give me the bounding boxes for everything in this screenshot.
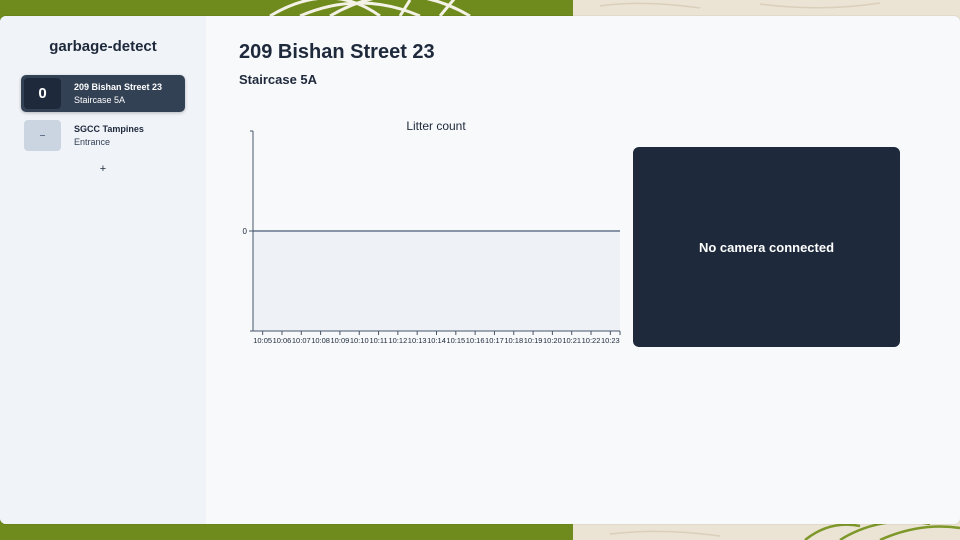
page-title: 209 Bishan Street 23 [239,41,435,63]
x-tick-label: 10:06 [273,336,292,345]
x-tick-label: 10:10 [350,336,369,345]
x-tick-label: 10:13 [408,336,427,345]
x-tick-label: 10:22 [582,336,601,345]
sidebar: garbage-detect 0 209 Bishan Street 23 St… [0,16,206,524]
x-tick-label: 10:16 [466,336,485,345]
location-subtitle: Staircase 5A [74,95,126,105]
x-tick-label: 10:09 [331,336,350,345]
series-area [253,231,620,331]
x-tick-label: 10:23 [601,336,620,345]
app-title: garbage-detect [49,38,157,55]
x-tick-label: 10:21 [562,336,581,345]
x-tick-label: 10:20 [543,336,562,345]
chart-title: Litter count [406,119,466,133]
location-subtitle: Entrance [74,137,111,147]
location-item-bishan[interactable]: 0 209 Bishan Street 23 Staircase 5A [21,75,185,112]
x-tick-label: 10:18 [504,336,523,345]
x-tick-label: 10:08 [311,336,330,345]
location-name: SGCC Tampines [74,124,144,134]
x-tick-label: 10:05 [253,336,272,345]
x-tick-label: 10:11 [369,336,387,345]
page-subtitle: Staircase 5A [239,72,318,87]
x-tick-label: 10:19 [524,336,543,345]
add-location-button[interactable]: + [93,161,113,177]
x-tick-label: 10:15 [446,336,465,345]
x-tick-label: 10:17 [485,336,504,345]
litter-count-badge: – [24,120,61,151]
x-tick-label: 10:12 [388,336,407,345]
location-name: 209 Bishan Street 23 [74,82,163,92]
app-window: garbage-detect 0 209 Bishan Street 23 St… [0,16,960,524]
y-tick-label: 0 [243,227,248,236]
litter-count-badge: 0 [24,78,61,109]
litter-count-chart: 010:05 10:06 10:07 10:08 10:09 10:10 10:11 10:1… [243,119,621,345]
location-item-tampines[interactable]: – SGCC Tampines Entrance [21,117,185,154]
camera-status-text: No camera connected [698,239,835,255]
x-tick-label: 10:07 [292,336,311,345]
x-tick-label: 10:14 [427,336,446,345]
camera-feed-panel: No camera connected [633,147,900,347]
